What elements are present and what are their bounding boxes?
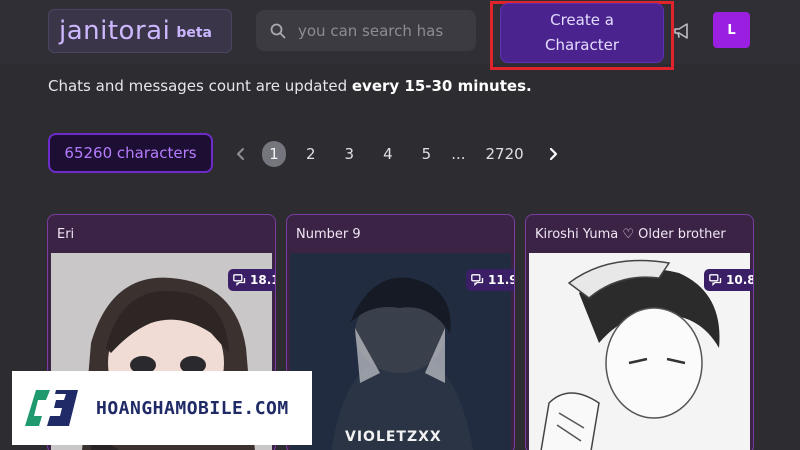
create-button-line1: Create a (550, 11, 614, 29)
page-2[interactable]: 2 (306, 141, 316, 167)
character-name: Number 9 (296, 227, 361, 242)
chat-bubbles-icon (233, 274, 246, 286)
search-input[interactable] (298, 21, 448, 40)
chat-count-badge: 11.9m (466, 269, 514, 291)
logo-text: janitorai (59, 16, 171, 46)
update-notice: Chats and messages count are updated eve… (48, 77, 532, 95)
avatar-letter: L (727, 22, 736, 38)
site-logo[interactable]: janitorai beta (48, 9, 232, 53)
character-card[interactable]: Number 9 VIOLETZXX 11.9m (286, 214, 515, 450)
search-icon (270, 23, 286, 38)
chat-count: 11.9m (488, 273, 514, 287)
pagination: 1 2 3 4 5 ... 2720 (234, 140, 560, 168)
chat-count: 10.8m (726, 273, 753, 287)
page-1[interactable]: 1 (262, 141, 286, 167)
character-name: Eri (57, 227, 75, 242)
chat-count-badge: 10.8m (704, 269, 753, 291)
notice-emphasis: every 15-30 minutes. (351, 77, 532, 95)
page-ellipsis: ... (451, 145, 466, 163)
create-character-button[interactable]: Create a Character (500, 3, 664, 63)
create-button-line2: Character (544, 36, 620, 54)
chat-count: 18.1m (250, 273, 275, 287)
count-number: 65260 (64, 144, 113, 162)
count-label: characters (112, 144, 197, 162)
watermark-logo-icon (25, 390, 78, 426)
watermark: HOANGHAMOBILE.COM (12, 371, 312, 445)
chat-bubbles-icon (471, 274, 484, 286)
character-name: Kiroshi Yuma ♡ Older brother (535, 227, 726, 242)
page-3[interactable]: 3 (345, 141, 355, 167)
image-caption: VIOLETZXX (345, 429, 442, 445)
chevron-left-icon[interactable] (234, 146, 248, 162)
page-4[interactable]: 4 (383, 141, 393, 167)
character-card[interactable]: Kiroshi Yuma ♡ Older brother 10.8m (525, 214, 754, 450)
search-box[interactable] (256, 10, 476, 51)
chat-bubbles-icon (709, 274, 722, 286)
notice-text: Chats and messages count are updated (48, 77, 352, 95)
character-count-badge: 65260 characters (48, 133, 213, 173)
chevron-right-icon[interactable] (546, 146, 560, 162)
user-avatar[interactable]: L (713, 12, 750, 48)
megaphone-icon[interactable] (672, 20, 694, 42)
page-5[interactable]: 5 (422, 141, 432, 167)
watermark-text: HOANGHAMOBILE.COM (96, 397, 289, 419)
page-last[interactable]: 2720 (486, 141, 524, 167)
logo-badge: beta (176, 25, 212, 41)
chat-count-badge: 18.1m (228, 269, 275, 291)
